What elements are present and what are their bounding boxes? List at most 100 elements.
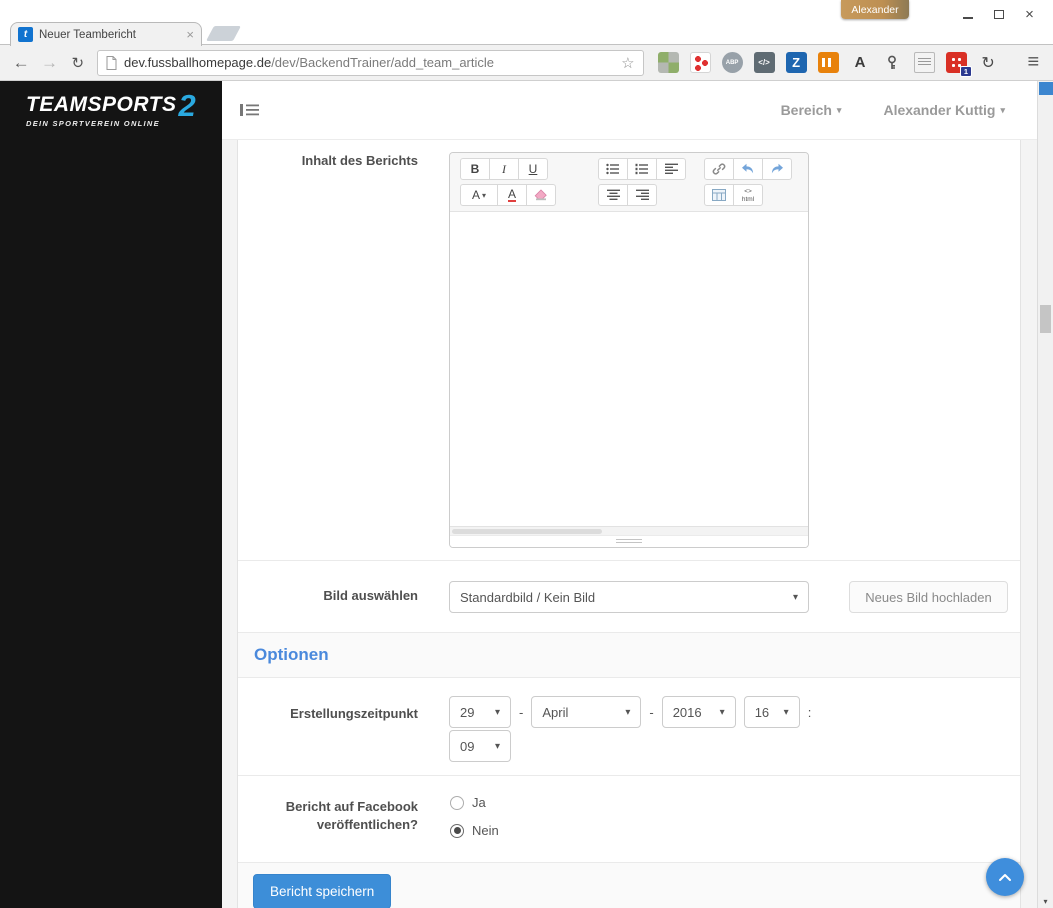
key-extension-icon[interactable] bbox=[882, 52, 903, 73]
browser-toolbar: ← → ↻ dev.fussballhomepage.de/dev/Backen… bbox=[0, 45, 1053, 81]
month-select[interactable]: April ▾ bbox=[531, 696, 642, 728]
bullet-list-button[interactable] bbox=[598, 158, 628, 180]
align-left-button[interactable] bbox=[656, 158, 686, 180]
session-tab[interactable]: Alexander bbox=[841, 0, 909, 19]
sync-extension-icon[interactable]: ↻ bbox=[978, 52, 999, 73]
key-icon bbox=[888, 55, 896, 69]
red-grid-extension-icon[interactable]: 1 bbox=[945, 52, 972, 77]
bookmark-star-icon[interactable]: ☆ bbox=[621, 54, 634, 72]
italic-button[interactable]: I bbox=[489, 158, 519, 180]
logo-number: 2 bbox=[178, 88, 196, 123]
address-bar[interactable]: dev.fussballhomepage.de/dev/BackendTrain… bbox=[96, 49, 644, 76]
align-center-button[interactable] bbox=[598, 184, 628, 206]
radio-unchecked-icon[interactable] bbox=[450, 795, 464, 810]
teamsports-logo[interactable]: TEAMSPORTS 2 DEIN SPORTVEREIN ONLINE bbox=[26, 88, 196, 128]
upload-image-button[interactable]: Neues Bild hochladen bbox=[849, 581, 1008, 613]
insert-group: <> html bbox=[704, 184, 798, 206]
facebook-no-label: Nein bbox=[472, 823, 499, 838]
browser-tab[interactable]: t Neuer Teambericht × bbox=[10, 22, 202, 46]
year-select[interactable]: 2016 ▾ bbox=[661, 696, 736, 728]
chevron-down-icon: ▾ bbox=[494, 740, 500, 752]
month-value: April bbox=[542, 704, 569, 720]
code-extension-icon[interactable]: </> bbox=[753, 52, 775, 73]
year-value: 2016 bbox=[672, 704, 702, 720]
tab-close-icon[interactable]: × bbox=[186, 28, 194, 41]
facebook-yes-label: Ja bbox=[472, 795, 486, 810]
html-glyph: <> bbox=[744, 188, 752, 195]
session-tab-label: Alexander bbox=[851, 3, 899, 16]
sidebar-toggle-icon[interactable] bbox=[240, 103, 259, 117]
facebook-row: Bericht auf Facebook veröffentlichen? Ja… bbox=[238, 775, 1020, 862]
list-group bbox=[598, 158, 704, 180]
image-label: Bild auswählen bbox=[323, 588, 418, 603]
user-dropdown[interactable]: Alexander Kuttig ▾ bbox=[883, 102, 1005, 118]
remove-format-button[interactable] bbox=[526, 184, 556, 206]
align-right-button[interactable] bbox=[627, 184, 657, 206]
chevron-down-icon: ▾ bbox=[792, 591, 798, 603]
window-titlebar: Alexander × bbox=[0, 0, 1053, 24]
link-icon bbox=[712, 163, 726, 175]
format-group: B I U bbox=[460, 158, 598, 180]
red-dots-extension-icon[interactable] bbox=[689, 52, 711, 73]
maximize-icon bbox=[993, 9, 1004, 19]
numbered-list-icon bbox=[635, 163, 648, 175]
facebook-yes-option[interactable]: Ja bbox=[450, 795, 499, 810]
image-select[interactable]: Standardbild / Kein Bild ▾ bbox=[449, 581, 809, 613]
font-color-button[interactable]: A ▾ bbox=[460, 184, 498, 206]
editor-resize-row bbox=[450, 535, 808, 547]
page-scrollbar[interactable]: ▾ bbox=[1037, 81, 1053, 908]
new-tab-button[interactable] bbox=[206, 26, 241, 41]
logo-text: TEAMSPORTS bbox=[26, 93, 177, 116]
minimize-button[interactable] bbox=[952, 4, 983, 24]
hour-select[interactable]: 16 ▾ bbox=[743, 696, 800, 728]
bereich-dropdown[interactable]: Bereich ▾ bbox=[781, 102, 842, 118]
underline-button[interactable]: U bbox=[518, 158, 548, 180]
link-button[interactable] bbox=[704, 158, 734, 180]
editor-content[interactable] bbox=[450, 212, 808, 526]
content-label: Inhalt des Berichts bbox=[301, 153, 418, 168]
browser-menu-icon[interactable]: ≡ bbox=[1022, 51, 1045, 74]
maximize-button[interactable] bbox=[983, 4, 1014, 24]
abp-extension-icon[interactable]: ABP bbox=[721, 52, 743, 73]
url-path: /dev/BackendTrainer/add_team_article bbox=[271, 55, 494, 70]
close-button[interactable]: × bbox=[1014, 4, 1045, 24]
save-report-button[interactable]: Bericht speichern bbox=[253, 874, 392, 908]
day-select[interactable]: 29 ▾ bbox=[449, 696, 511, 728]
scrollbar-thumb[interactable] bbox=[1040, 305, 1051, 333]
notes-extension-icon[interactable] bbox=[913, 52, 935, 73]
bold-button[interactable]: B bbox=[460, 158, 490, 180]
orange-chart-extension-icon[interactable] bbox=[817, 52, 839, 73]
resize-grip[interactable] bbox=[616, 539, 642, 544]
scroll-to-top-button[interactable] bbox=[986, 858, 1024, 896]
undo-button[interactable] bbox=[733, 158, 763, 180]
scrollbar-down-arrow[interactable]: ▾ bbox=[1038, 894, 1053, 908]
time-separator: : bbox=[807, 704, 812, 720]
image-select-value: Standardbild / Kein Bild bbox=[460, 589, 596, 605]
z-extension-icon[interactable]: Z bbox=[785, 52, 807, 73]
redo-button[interactable] bbox=[762, 158, 792, 180]
minute-select[interactable]: 09 ▾ bbox=[449, 730, 511, 762]
bullet-list-icon bbox=[606, 163, 619, 175]
scrollbar-top-button[interactable] bbox=[1039, 82, 1053, 95]
chevron-down-icon: ▾ bbox=[836, 104, 842, 115]
numbered-list-button[interactable] bbox=[627, 158, 657, 180]
content-row: Inhalt des Berichts B I U A ▾ A <> html bbox=[238, 140, 1020, 560]
facebook-no-option[interactable]: Nein bbox=[450, 823, 499, 838]
editor-hscroll-thumb[interactable] bbox=[452, 529, 602, 534]
tab-strip: t Neuer Teambericht × bbox=[0, 22, 1053, 46]
text-color-button[interactable]: A bbox=[497, 184, 527, 206]
back-button[interactable]: ← bbox=[8, 49, 34, 76]
hour-value: 16 bbox=[754, 704, 770, 720]
radio-checked-icon[interactable] bbox=[450, 823, 464, 838]
options-heading-row: Optionen bbox=[238, 632, 1020, 677]
minute-value: 09 bbox=[460, 738, 475, 754]
letter-a-extension-icon[interactable]: A bbox=[850, 52, 871, 73]
datetime-label: Erstellungszeitpunkt bbox=[290, 706, 418, 721]
html-source-button[interactable]: <> html bbox=[733, 184, 763, 206]
checker-extension-icon[interactable] bbox=[657, 52, 679, 73]
align-group bbox=[598, 184, 704, 206]
refresh-button[interactable]: ↻ bbox=[65, 49, 91, 76]
table-button[interactable] bbox=[704, 184, 734, 206]
editor-hscrollbar[interactable] bbox=[450, 526, 808, 535]
forward-button[interactable]: → bbox=[36, 49, 62, 76]
